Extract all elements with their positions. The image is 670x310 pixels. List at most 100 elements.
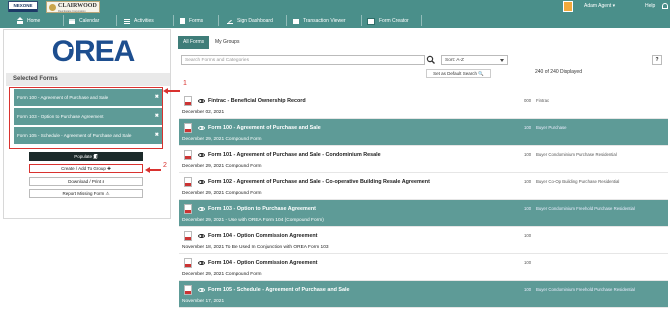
search-icon[interactable] — [426, 55, 436, 65]
form-subtitle: December 29, 2021 - Use with OREA Form 1… — [182, 218, 324, 223]
signature-icon — [227, 19, 233, 24]
agent-brokerage-logo — [563, 1, 573, 12]
selected-forms-heading: Selected Forms — [6, 73, 170, 86]
annotation-number-2: 2 — [163, 162, 167, 169]
nav-divider — [63, 15, 64, 26]
annotation-arrowhead-1 — [163, 88, 168, 94]
form-row[interactable]: Fintrac - Beneficial Ownership Record Dec… — [179, 92, 668, 119]
populate-button[interactable]: Populate 🗐 — [29, 152, 143, 161]
form-tags: Buyer Condominium Freehold Purchase Resi… — [536, 206, 635, 211]
eye-icon[interactable] — [198, 180, 205, 184]
tab-all-forms[interactable]: All Forms — [178, 36, 210, 49]
clairwood-logo[interactable]: CLAIRWOOD Real Estate Corporation — [46, 1, 100, 13]
nav-transaction-viewer-label: Transaction Viewer — [303, 18, 346, 24]
download-print-button[interactable]: Download / Print ⭳ — [29, 177, 143, 186]
nav-calendar[interactable]: Calendar — [69, 14, 99, 28]
eye-icon[interactable] — [198, 234, 205, 238]
pdf-icon[interactable] — [184, 123, 192, 133]
form-row[interactable]: Form 104 - Option Commission Agreement No… — [179, 227, 668, 254]
nav-form-creator[interactable]: Form Creator — [367, 14, 409, 28]
sort-select[interactable]: Sort: A-Z — [441, 55, 508, 65]
pdf-icon[interactable] — [184, 204, 192, 214]
help-link[interactable]: Help — [645, 0, 655, 12]
form-row[interactable]: Form 100 - Agreement of Purchase and Sal… — [179, 119, 668, 146]
pdf-icon[interactable] — [184, 177, 192, 187]
pdf-icon[interactable] — [184, 96, 192, 106]
bell-icon[interactable] — [662, 3, 668, 9]
nav-form-creator-label: Form Creator — [379, 18, 409, 24]
clairwood-seal-icon — [49, 4, 56, 11]
pdf-icon[interactable] — [184, 285, 192, 295]
form-row[interactable]: Form 102 - Agreement of Purchase and Sal… — [179, 173, 668, 200]
form-row[interactable]: Form 103 - Option to Purchase Agreement D… — [179, 200, 668, 227]
form-subtitle: December 02, 2021 — [182, 110, 225, 115]
tab-my-groups[interactable]: My Groups — [210, 36, 244, 49]
remove-icon[interactable]: ✖ — [155, 89, 159, 106]
selected-form-label: Form 105 - Schedule - Agreement of Purch… — [17, 133, 132, 138]
search-input[interactable]: Search Forms and Categories — [181, 55, 425, 65]
row-divider — [179, 307, 668, 308]
svg-text:OREA: OREA — [52, 37, 135, 65]
annotation-number-1: 1 — [183, 80, 187, 87]
form-title[interactable]: Form 103 - Option to Purchase Agreement — [208, 206, 316, 212]
eye-icon[interactable] — [198, 99, 205, 103]
form-title[interactable]: Form 104 - Option Commission Agreement — [208, 260, 317, 266]
pdf-icon[interactable] — [184, 231, 192, 241]
agent-menu[interactable]: Adam Agent ▾ — [584, 0, 615, 12]
form-title[interactable]: Form 101 - Agreement of Purchase and Sal… — [208, 152, 381, 158]
eye-icon[interactable] — [198, 153, 205, 157]
pdf-icon[interactable] — [184, 258, 192, 268]
form-tags: Fintrac — [536, 98, 550, 103]
eye-icon[interactable] — [198, 288, 205, 292]
nav-divider — [173, 15, 174, 26]
home-icon — [17, 16, 23, 24]
nav-activities-label: Activities — [134, 18, 154, 24]
activities-icon — [124, 18, 130, 24]
form-number: 100 — [524, 152, 532, 157]
nav-home[interactable]: Home — [17, 14, 40, 28]
selected-form-item[interactable]: Form 100 - Agreement of Purchase and Sal… — [14, 89, 162, 106]
nav-transaction-viewer[interactable]: Transaction Viewer — [293, 14, 346, 28]
displayed-count: 240 of 240 Displayed — [535, 69, 582, 75]
set-default-search-button[interactable]: Set as Default Search 🔍 — [426, 69, 491, 78]
nav-divider — [218, 15, 219, 26]
clairwood-logo-text: CLAIRWOOD — [58, 3, 97, 9]
nav-sign-dashboard[interactable]: Sign Dashboard — [227, 14, 273, 28]
selected-form-item[interactable]: Form 103 - Option to Purchase Agreement … — [14, 108, 162, 125]
help-button[interactable]: ? — [652, 55, 662, 65]
nav-forms[interactable]: Forms — [180, 14, 203, 28]
nexone-logo[interactable]: NEXONE — [8, 1, 38, 12]
form-subtitle: December 29, 2021 Compound Form — [182, 164, 262, 169]
nav-sign-dashboard-label: Sign Dashboard — [237, 18, 273, 24]
eye-icon[interactable] — [198, 207, 205, 211]
form-title[interactable]: Fintrac - Beneficial Ownership Record — [208, 98, 306, 104]
form-row[interactable]: Form 101 - Agreement of Purchase and Sal… — [179, 146, 668, 173]
selected-form-item[interactable]: Form 105 - Schedule - Agreement of Purch… — [14, 127, 162, 144]
form-title[interactable]: Form 104 - Option Commission Agreement — [208, 233, 317, 239]
form-tags: Buyer Condominium Freehold Purchase Resi… — [536, 287, 635, 292]
nav-forms-label: Forms — [189, 18, 204, 24]
form-title[interactable]: Form 102 - Agreement of Purchase and Sal… — [208, 179, 430, 185]
pdf-icon[interactable] — [184, 150, 192, 160]
remove-icon[interactable]: ✖ — [155, 127, 159, 144]
form-number: 000 — [524, 98, 532, 103]
form-row[interactable]: Form 104 - Option Commission Agreement De… — [179, 254, 668, 281]
report-missing-form-button[interactable]: Report Missing Form ⚠ — [29, 189, 143, 198]
remove-icon[interactable]: ✖ — [155, 108, 159, 125]
form-title[interactable]: Form 100 - Agreement of Purchase and Sal… — [208, 125, 321, 131]
form-subtitle: December 29, 2021 Compound Form — [182, 191, 262, 196]
form-tags: Buyer Co-Op Building Purchase Residentia… — [536, 179, 620, 184]
chevron-down-icon — [500, 59, 504, 62]
nav-divider — [286, 15, 287, 26]
nav-activities[interactable]: Activities — [124, 14, 154, 28]
eye-icon[interactable] — [198, 126, 205, 130]
eye-icon[interactable] — [198, 261, 205, 265]
nav-home-label: Home — [27, 18, 41, 24]
form-row[interactable]: Form 105 - Schedule - Agreement of Purch… — [179, 281, 668, 308]
calendar-icon — [69, 18, 75, 24]
create-add-to-group-button[interactable]: Create / Add To Group ✚ — [29, 164, 143, 173]
form-number: 100 — [524, 233, 532, 238]
form-number: 100 — [524, 125, 532, 130]
form-title[interactable]: Form 105 - Schedule - Agreement of Purch… — [208, 287, 350, 293]
form-number: 100 — [524, 260, 532, 265]
